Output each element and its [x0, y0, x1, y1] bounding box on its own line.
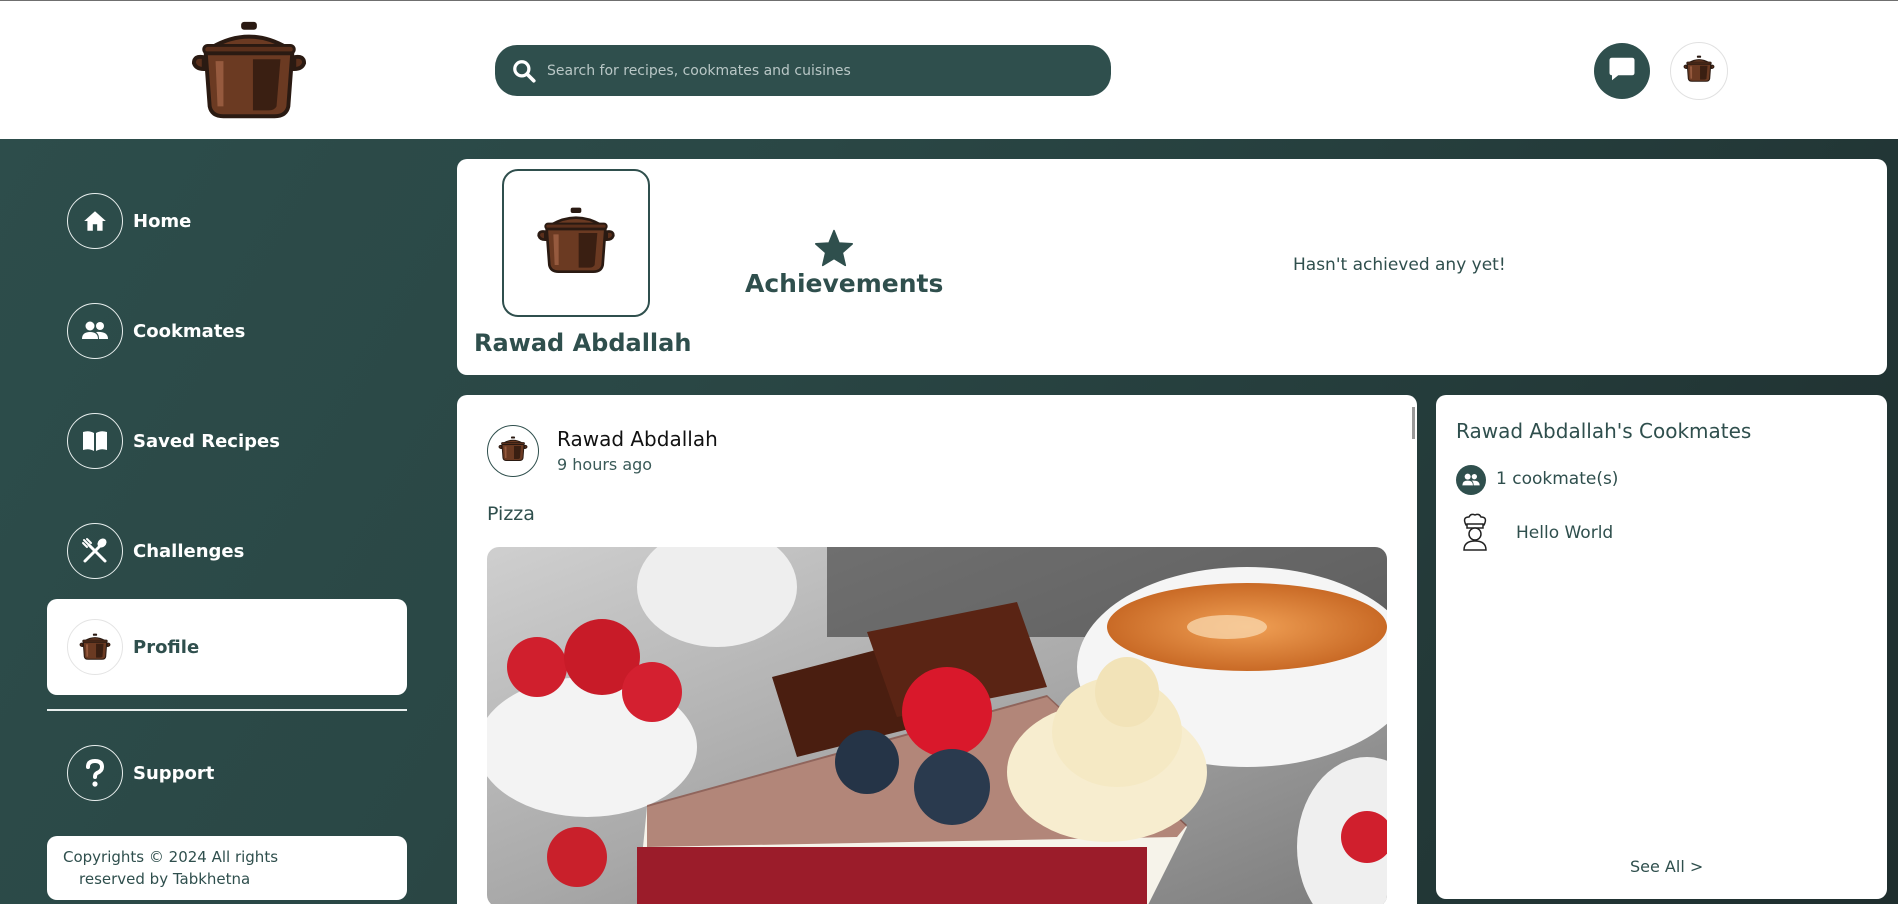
sidebar-item-support[interactable]: Support: [47, 725, 407, 821]
sidebar-item-challenges[interactable]: Challenges: [47, 503, 407, 599]
profile-header-card: Rawad Abdallah Achievements Hasn't achie…: [457, 159, 1887, 375]
sidebar-item-home[interactable]: Home: [47, 173, 407, 269]
sidebar-item-cookmates[interactable]: Cookmates: [47, 283, 407, 379]
sidebar-divider: [47, 709, 407, 711]
achievements-empty-text: Hasn't achieved any yet!: [1293, 255, 1506, 275]
sidebar-item-saved-recipes[interactable]: Saved Recipes: [47, 393, 407, 489]
scrollbar[interactable]: [1412, 407, 1415, 439]
user-avatar-button[interactable]: [1670, 42, 1728, 100]
cooking-pot-icon: [536, 206, 616, 281]
chef-icon: [1460, 513, 1490, 551]
post-card: Rawad Abdallah 9 hours ago Pizza: [457, 395, 1417, 904]
top-header: [0, 0, 1898, 139]
home-icon: [67, 193, 123, 249]
book-icon: [67, 413, 123, 469]
cooking-pot-icon[interactable]: [190, 19, 308, 123]
cooking-pot-icon: [498, 436, 528, 467]
sidebar-item-label: Profile: [133, 636, 200, 658]
achievements-title: Achievements: [745, 269, 944, 298]
utensils-icon: [67, 523, 123, 579]
post-author-name[interactable]: Rawad Abdallah: [557, 427, 718, 451]
star-icon: [814, 229, 854, 267]
profile-name: Rawad Abdallah: [474, 329, 692, 357]
sidebar: Home Cookmates Saved Recipes Challenges …: [0, 139, 450, 904]
cooking-pot-icon: [1683, 55, 1715, 88]
post-timestamp: 9 hours ago: [557, 455, 653, 474]
messages-button[interactable]: [1594, 43, 1650, 99]
cookmates-count: 1 cookmate(s): [1496, 469, 1619, 489]
copyright-box: Copyrights © 2024 All rights reserved by…: [47, 836, 407, 900]
chat-bubble-icon: [1607, 54, 1637, 89]
sidebar-item-label: Support: [133, 762, 215, 784]
copyright-text: reserved by Tabkhetna: [79, 870, 251, 888]
users-icon: [67, 303, 123, 359]
sidebar-item-label: Challenges: [133, 540, 245, 562]
question-icon: [67, 745, 123, 801]
sidebar-item-profile[interactable]: Profile: [47, 599, 407, 695]
search-bar[interactable]: [495, 45, 1111, 96]
cookmate-name[interactable]: Hello World: [1516, 523, 1613, 543]
cooking-pot-icon: [67, 619, 123, 675]
cookmates-card: Rawad Abdallah's Cookmates 1 cookmate(s)…: [1436, 395, 1887, 899]
cookmates-title: Rawad Abdallah's Cookmates: [1456, 419, 1752, 443]
sidebar-item-label: Home: [133, 210, 192, 232]
see-all-link[interactable]: See All >: [1630, 857, 1703, 876]
profile-picture[interactable]: [502, 169, 650, 317]
search-icon[interactable]: [509, 56, 539, 86]
main-area: Home Cookmates Saved Recipes Challenges …: [0, 139, 1898, 904]
sidebar-item-label: Cookmates: [133, 320, 246, 342]
post-image[interactable]: [487, 547, 1387, 904]
post-text: Pizza: [487, 503, 535, 525]
post-author-avatar[interactable]: [487, 425, 539, 477]
users-icon: [1456, 465, 1486, 495]
copyright-text: Copyrights © 2024 All rights: [63, 848, 279, 866]
sidebar-item-label: Saved Recipes: [133, 430, 280, 452]
search-input[interactable]: [547, 62, 1067, 79]
